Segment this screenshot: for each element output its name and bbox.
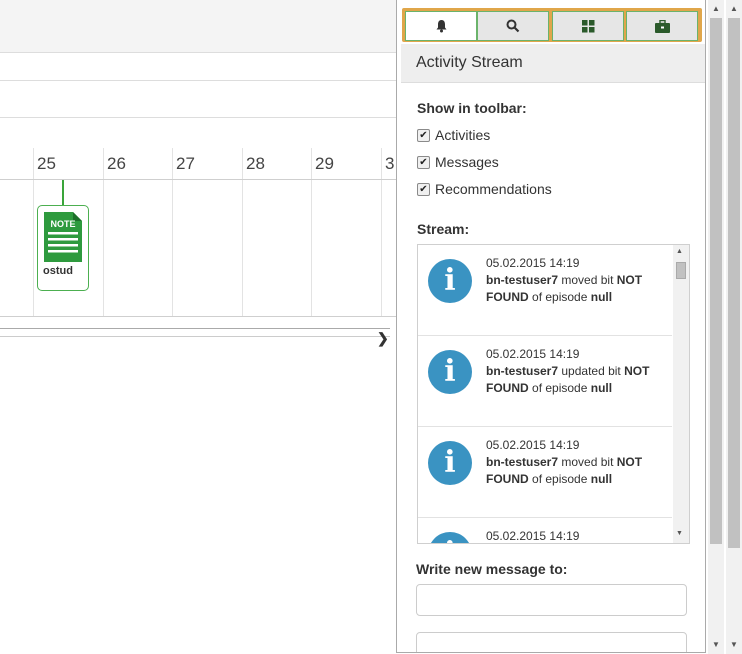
timeline-scroll-track[interactable] — [0, 328, 390, 329]
day-label: 28 — [246, 154, 265, 173]
tab-tools[interactable] — [626, 11, 698, 41]
grid-icon — [581, 19, 594, 32]
panel-scroll-thumb[interactable] — [710, 18, 722, 544]
scroll-down-icon[interactable]: ▼ — [676, 530, 683, 537]
stream-item[interactable]: i 05.02.2015 14:19 bn-testuser7 moved bi… — [418, 427, 672, 518]
info-icon: i — [428, 350, 472, 394]
item-timestamp: 05.02.2015 14:19 — [486, 256, 580, 270]
info-icon: i — [428, 532, 472, 543]
briefcase-icon — [654, 19, 670, 33]
timeline-area: 25 26 27 28 29 3 ❯ NOTE ostud — [0, 0, 396, 654]
note-label: ostud — [43, 265, 73, 277]
stream-item[interactable]: i 05.02.2015 14:19 bn-testuser7 moved bi… — [418, 245, 672, 336]
day-label: 27 — [176, 154, 195, 173]
item-message: bn-testuser7 moved bit NOT FOUND of epis… — [486, 455, 643, 486]
checkbox-label: Recommendations — [435, 181, 552, 197]
option-activities[interactable]: ✔ Activities — [417, 127, 490, 143]
item-message: bn-testuser7 moved bit NOT FOUND of epis… — [486, 273, 643, 304]
checkbox[interactable]: ✔ — [417, 128, 430, 142]
item-timestamp: 05.02.2015 14:19 — [486, 438, 580, 452]
message-input[interactable] — [416, 632, 687, 652]
divider — [0, 80, 396, 81]
activity-panel: Activity Stream Show in toolbar: ✔ Activ… — [396, 0, 706, 653]
tab-notifications[interactable] — [405, 11, 477, 41]
chevron-right-icon[interactable]: ❯ — [377, 330, 389, 347]
toolbar-options-label: Show in toolbar: — [417, 100, 527, 116]
divider — [0, 336, 390, 337]
timeline-toolbar — [0, 0, 396, 53]
note-icon: NOTE — [44, 212, 82, 262]
item-timestamp: 05.02.2015 14:19 — [486, 347, 580, 361]
scroll-up-icon[interactable]: ▲ — [730, 4, 738, 13]
checkbox[interactable]: ✔ — [417, 182, 430, 196]
write-message-label: Write new message to: — [416, 561, 568, 577]
day-label: 25 — [37, 154, 56, 173]
checkbox-label: Messages — [435, 154, 499, 170]
panel-header: Activity Stream — [401, 44, 705, 83]
item-message: bn-testuser7 updated bit NOT FOUND of ep… — [486, 364, 650, 395]
recipient-input[interactable] — [416, 584, 687, 616]
timeline-bottom-border — [0, 316, 396, 317]
stream-scroll-thumb[interactable] — [676, 262, 686, 279]
scroll-up-icon[interactable]: ▲ — [676, 248, 683, 255]
stream-label: Stream: — [417, 221, 470, 237]
scroll-down-icon[interactable]: ▼ — [730, 640, 738, 649]
info-icon: i — [428, 259, 472, 303]
scroll-down-icon[interactable]: ▼ — [712, 640, 720, 649]
stream-item[interactable]: i 05.02.2015 14:19 — [418, 518, 672, 543]
checkbox-label: Activities — [435, 127, 491, 143]
tab-grid[interactable] — [552, 11, 624, 41]
checkbox[interactable]: ✔ — [417, 155, 430, 169]
search-icon — [506, 19, 520, 33]
activity-stream[interactable]: i 05.02.2015 14:19 bn-testuser7 moved bi… — [417, 244, 690, 544]
stream-scrollbar[interactable]: ▲ ▼ — [673, 245, 689, 543]
day-header-divider — [0, 179, 396, 180]
note-badge: NOTE — [50, 219, 75, 229]
divider — [0, 117, 396, 118]
page-scrollbar[interactable]: ▲ ▼ — [726, 0, 742, 654]
day-label: 3 — [385, 154, 395, 173]
panel-scrollbar[interactable]: ▲ ▼ — [708, 0, 724, 654]
note-connector — [62, 180, 64, 206]
item-timestamp: 05.02.2015 14:19 — [486, 529, 580, 543]
day-label: 26 — [107, 154, 126, 173]
bell-icon — [436, 20, 446, 33]
scroll-up-icon[interactable]: ▲ — [712, 4, 720, 13]
page-scroll-thumb[interactable] — [728, 18, 740, 548]
note-card[interactable]: NOTE ostud — [37, 205, 89, 291]
option-recommendations[interactable]: ✔ Recommendations — [417, 181, 552, 197]
info-icon: i — [428, 441, 472, 485]
stream-item[interactable]: i 05.02.2015 14:19 bn-testuser7 updated … — [418, 336, 672, 427]
panel-title: Activity Stream — [416, 54, 523, 71]
day-label: 29 — [315, 154, 334, 173]
option-messages[interactable]: ✔ Messages — [417, 154, 499, 170]
panel-tab-strip — [402, 8, 702, 42]
tab-search[interactable] — [477, 11, 549, 41]
